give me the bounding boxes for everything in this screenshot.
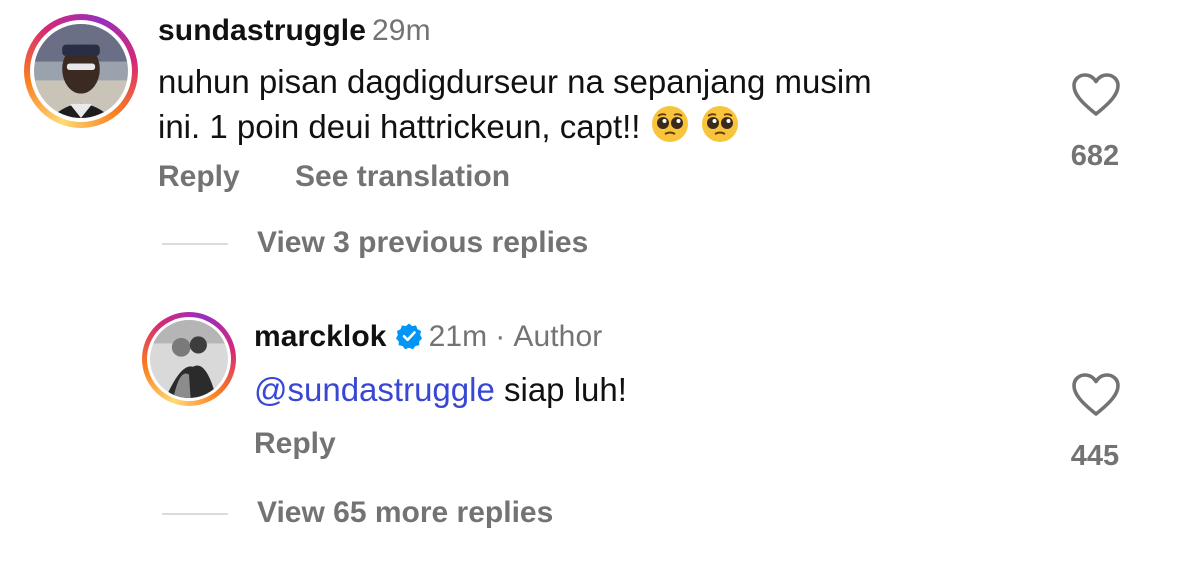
like-button[interactable]	[1071, 372, 1121, 418]
author-label: Author	[513, 320, 603, 353]
comment-text: nuhun pisan dagdigdurseur na sepanjang m…	[158, 60, 1038, 149]
comment-text-line-1: nuhun pisan dagdigdurseur na sepanjang m…	[158, 63, 872, 100]
avatar-photo	[150, 320, 228, 398]
heart-icon	[1072, 373, 1120, 416]
avatar-sundastruggle[interactable]	[24, 14, 138, 128]
avatar-marcklok[interactable]	[142, 312, 236, 406]
like-button[interactable]	[1071, 72, 1121, 118]
pleading-face-icon	[652, 106, 689, 142]
reply-button[interactable]: Reply	[254, 427, 336, 461]
avatar-photo	[34, 24, 128, 118]
comments-thread: sundastruggle 29m nuhun pisan dagdigdurse…	[0, 0, 1179, 568]
view-more-replies-button[interactable]: View 65 more replies	[257, 496, 553, 530]
username[interactable]: marcklok	[254, 320, 387, 353]
username[interactable]: sundastruggle	[158, 14, 366, 47]
thread-divider	[162, 243, 228, 245]
reply-button[interactable]: Reply	[158, 160, 240, 194]
pleading-face-icon	[702, 106, 739, 142]
like-count: 445	[1070, 440, 1120, 472]
timestamp: 29m	[372, 14, 431, 47]
mention-link[interactable]: @sundastruggle	[254, 371, 495, 408]
comment-body: siap luh!	[504, 371, 627, 408]
heart-icon	[1072, 73, 1120, 116]
comment-text-line-2: ini. 1 poin deui hattrickeun, capt!!	[158, 104, 1038, 149]
like-count: 682	[1070, 140, 1120, 172]
comment-header: marcklok 21m · Author	[254, 320, 602, 354]
comment-text: @sundastruggle siap luh!	[254, 368, 627, 412]
timestamp: 21m	[428, 320, 488, 353]
view-previous-replies-button[interactable]: View 3 previous replies	[257, 226, 588, 260]
see-translation-button[interactable]: See translation	[295, 160, 510, 194]
separator-dot: ·	[495, 320, 506, 353]
verified-badge-icon	[395, 323, 422, 350]
comment-header: sundastruggle 29m	[158, 14, 431, 48]
thread-divider	[162, 513, 228, 515]
